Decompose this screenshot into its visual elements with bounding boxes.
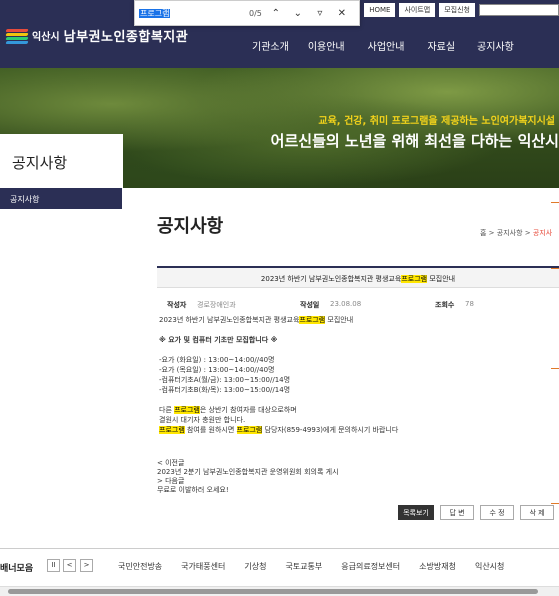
next-post-link[interactable]: 무료로 이발하러 오세요!: [157, 486, 339, 495]
find-count: 0/5: [249, 8, 262, 18]
hero-tagline: 교육, 건강, 취미 프로그램을 제공하는 노인여가복지시설: [318, 116, 555, 127]
body-highlight: 프로그램: [174, 406, 200, 414]
banner-link[interactable]: 익산시청: [475, 561, 504, 572]
post-title-text: 2023년 하반기 남부권노인종합복지관 평생교육: [260, 275, 402, 283]
author-value: 경로장애인과: [197, 301, 236, 309]
date-value: 23.08.08: [330, 300, 362, 308]
banner-link[interactable]: 소방방재청: [419, 561, 456, 572]
breadcrumb: 홈 > 공지사항 > 공지사: [480, 228, 552, 238]
banner-link[interactable]: 국민안전방송: [118, 561, 162, 572]
body-text: 은 상반기 참여자를 대상으로하며: [199, 406, 297, 414]
banner-link[interactable]: 응급의료정보센터: [341, 561, 400, 572]
post-title: 2023년 하반기 남부권노인종합복지관 평생교육프로그램 모집안내: [157, 266, 559, 288]
body-line: -요가 (화요일) : 13:00~14:00//40명: [159, 356, 275, 364]
prev-post-link[interactable]: 2023년 2분기 남부권노인종합복지관 운영위원회 회의록 게시: [157, 468, 339, 477]
breadcrumb-parent[interactable]: 공지사항: [497, 229, 523, 237]
body-text: 2023년 하반기 남부권노인종합복지관 평생교육: [159, 316, 300, 324]
site-logo[interactable]: 익산시 남부권노인종합복지관: [5, 26, 189, 45]
horizontal-scrollbar[interactable]: [0, 586, 559, 596]
find-next-icon[interactable]: ⌄: [290, 8, 306, 19]
body-line: 결원시 대기자 충원만 합니다.: [159, 416, 246, 424]
scroll-markers: [551, 188, 559, 586]
body-text: 담당자(859-4993)에게 문의하시기 바랍니다: [262, 426, 399, 434]
list-button[interactable]: 목록보기: [398, 505, 434, 520]
post-title-highlight: 프로그램: [401, 275, 428, 283]
body-highlight: 프로그램: [299, 316, 326, 324]
menu-programs[interactable]: 사업안내: [368, 38, 405, 53]
banner-label: 배너모음: [0, 564, 34, 574]
find-prev-icon[interactable]: ⌃: [268, 8, 284, 19]
hero-headline: 어르신들의 노년을 위해 최선을 다하는 익산시: [270, 132, 559, 150]
logo-icon: [5, 28, 29, 44]
breadcrumb-sep: >: [522, 229, 533, 237]
post-navigation: < 이전글 2023년 2분기 남부권노인종합복지관 운영위원회 회의록 게시 …: [157, 459, 339, 495]
next-label: > 다음글: [157, 477, 185, 485]
banner-links: 국민안전방송 국가태풍센터 기상청 국토교통부 응급의료정보센터 소방방재청 익…: [118, 561, 523, 572]
breadcrumb-current: 공지사: [532, 229, 553, 237]
find-bar: 프로그램 0/5 ⌃ ⌄ ▿ ✕: [134, 0, 360, 26]
page-title: 공지사항: [157, 216, 224, 237]
divider: [0, 548, 559, 549]
main-menu: 기관소개 이용안내 사업안내 자료실 공지사항: [252, 38, 514, 53]
sidebar-header: 공지사항: [0, 134, 123, 188]
body-highlight: 프로그램: [159, 426, 185, 434]
banner-link[interactable]: 국가태풍센터: [181, 561, 225, 572]
body-highlight: 프로그램: [236, 426, 263, 434]
utility-links: HOME 사이트맵 모집신청: [364, 3, 559, 17]
sidebar-heading: 공지사항: [12, 154, 68, 172]
find-input[interactable]: 프로그램: [139, 8, 239, 19]
banner-link[interactable]: 기상청: [244, 561, 266, 572]
sidebar-item-notice[interactable]: 공지사항: [0, 188, 122, 209]
body-line: 다른 프로그램은 상반기 참여자를 대상으로하며: [159, 405, 549, 415]
body-line: 2023년 하반기 남부권노인종합복지관 평생교육프로그램 모집안내: [159, 315, 549, 325]
body-text: 다른: [159, 406, 175, 414]
body-line: ※ 요가 및 컴퓨터 기초만 모집합니다 ※: [159, 336, 278, 344]
scrollbar-thumb[interactable]: [8, 589, 538, 594]
views-value: 78: [465, 300, 474, 308]
body-line: -컴퓨터기초B(화/목): 13:00~15:00//14명: [159, 386, 291, 394]
logo-name: 남부권노인종합복지관: [63, 30, 189, 45]
menu-notice[interactable]: 공지사항: [477, 38, 514, 53]
logo-city: 익산시: [32, 32, 60, 43]
banner-prev-icon[interactable]: <: [63, 559, 76, 572]
prev-label: < 이전글: [157, 459, 185, 467]
breadcrumb-sep: >: [486, 229, 497, 237]
banner-link[interactable]: 국토교통부: [285, 561, 322, 572]
sitemap-link[interactable]: 사이트맵: [399, 3, 436, 17]
delete-button[interactable]: 삭 제: [520, 505, 554, 520]
body-line: 프로그램 참여를 원하시면 프로그램 담당자(859-4993)에게 문의하시기…: [159, 425, 549, 435]
find-filter-icon[interactable]: ▿: [312, 8, 328, 19]
post-meta: 작성자 경로장애인과 작성일 23.08.08 조회수 78: [157, 298, 559, 312]
body-text: 모집안내: [325, 316, 354, 324]
post-actions: 목록보기 답 변 수 정 삭 제: [398, 505, 554, 520]
pause-icon[interactable]: II: [47, 559, 60, 572]
menu-about[interactable]: 기관소개: [252, 38, 289, 53]
find-query: 프로그램: [139, 8, 171, 18]
author-label: 작성자: [167, 301, 187, 309]
banner-bar: 배너모음 II < > 국민안전방송 국가태풍센터 기상청 국토교통부 응급의료…: [0, 556, 559, 576]
body-line: -컴퓨터기초A(월/금): 13:00~15:00//14명: [159, 376, 291, 384]
banner-next-icon[interactable]: >: [80, 559, 93, 572]
reply-button[interactable]: 답 변: [440, 505, 474, 520]
apply-link[interactable]: 모집신청: [439, 3, 475, 17]
site-search-input[interactable]: [479, 4, 559, 16]
menu-guide[interactable]: 이용안내: [308, 38, 345, 53]
body-text: 참여를 원하시면: [184, 426, 237, 434]
body-line: -요가 (목요일) : 13:00~14:00//40명: [159, 366, 275, 374]
edit-button[interactable]: 수 정: [480, 505, 514, 520]
home-link[interactable]: HOME: [364, 3, 396, 17]
date-label: 작성일: [300, 301, 320, 309]
post-body: 2023년 하반기 남부권노인종합복지관 평생교육프로그램 모집안내 ※ 요가 …: [159, 315, 549, 435]
find-close-icon[interactable]: ✕: [334, 8, 350, 19]
post-title-text-end: 모집안내: [427, 275, 456, 283]
menu-archive[interactable]: 자료실: [427, 38, 455, 53]
views-label: 조회수: [435, 301, 455, 309]
